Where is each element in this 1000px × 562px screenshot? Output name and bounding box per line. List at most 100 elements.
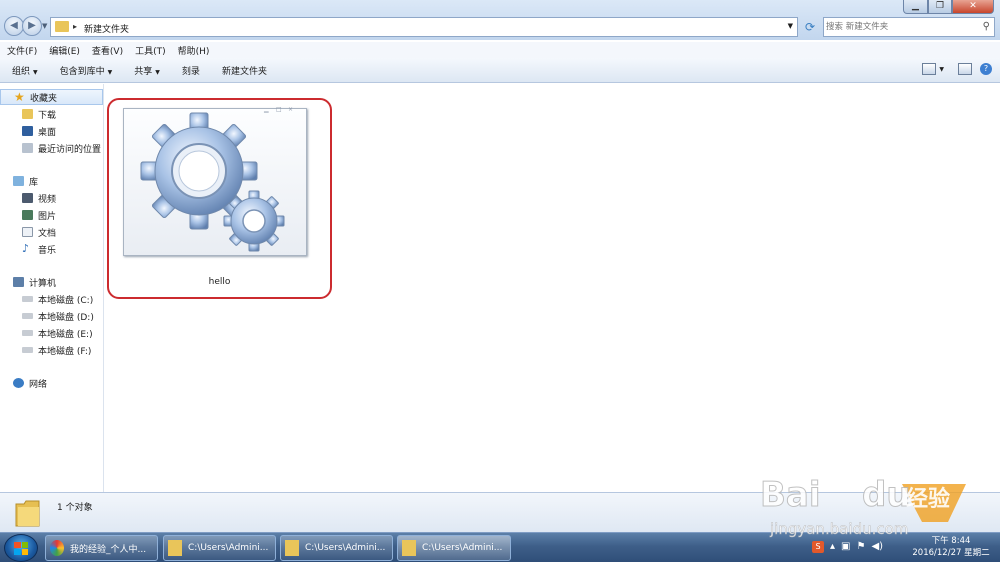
taskbar-item-label: C:\Users\Admini... bbox=[188, 543, 269, 553]
command-bar: 组织 ▼ 包含到库中 ▼ 共享 ▼ 刻录 新建文件夹 bbox=[0, 58, 1000, 83]
system-tray: S ▴ ▣ ⚑ ◀) bbox=[812, 541, 883, 553]
chevron-down-icon: ▼ bbox=[33, 68, 38, 76]
sidebar-item-label: 库 bbox=[29, 177, 39, 188]
address-bar[interactable]: ▸ 新建文件夹 ▼ bbox=[50, 17, 798, 37]
clock[interactable]: 下午 8:44 2016/12/27 星期二 bbox=[904, 535, 998, 559]
details-pane: 1 个对象 bbox=[0, 492, 1000, 532]
sidebar-item-favorites[interactable]: ★ 收藏夹 bbox=[0, 89, 103, 105]
menu-tools[interactable]: 工具(T) bbox=[135, 44, 166, 57]
sidebar-item-recent[interactable]: 最近访问的位置 bbox=[0, 140, 103, 156]
menu-help[interactable]: 帮助(H) bbox=[178, 44, 210, 57]
input-method-icon[interactable]: S bbox=[812, 541, 824, 553]
refresh-icon[interactable]: ⟳ bbox=[801, 18, 819, 36]
recent-pages-dropdown-icon[interactable]: ▼ bbox=[42, 22, 47, 30]
sidebar-item-documents[interactable]: 文档 bbox=[0, 224, 103, 240]
menu-edit[interactable]: 编辑(E) bbox=[49, 44, 80, 57]
taskbar-item-explorer-3[interactable]: C:\Users\Admini... bbox=[397, 535, 511, 561]
menu-view[interactable]: 查看(V) bbox=[92, 44, 123, 57]
sidebar-item-label: 本地磁盘 (F:) bbox=[38, 346, 92, 357]
volume-icon[interactable]: ◀) bbox=[871, 541, 883, 553]
gears-icon bbox=[140, 112, 285, 252]
file-list-area[interactable]: ▁ □ × hello bbox=[105, 84, 1000, 492]
chevron-down-icon: ▼ bbox=[155, 68, 160, 76]
sidebar-item-libraries[interactable]: 库 bbox=[0, 173, 103, 189]
sidebar-item-label: 视频 bbox=[38, 194, 57, 205]
burn-button[interactable]: 刻录 bbox=[182, 64, 200, 77]
flag-tray-icon[interactable]: ⚑ bbox=[856, 541, 865, 553]
minimize-button[interactable]: ▁ bbox=[903, 0, 928, 14]
music-icon: ♪ bbox=[22, 242, 30, 255]
change-view-icon[interactable] bbox=[922, 63, 937, 75]
sidebar-item-label: 下载 bbox=[38, 110, 57, 121]
sidebar-item-disk-d[interactable]: 本地磁盘 (D:) bbox=[0, 308, 103, 324]
taskbar-item-explorer-1[interactable]: C:\Users\Admini... bbox=[163, 535, 276, 561]
forward-arrow-icon: ▶ bbox=[28, 20, 36, 31]
sidebar-item-music[interactable]: ♪ 音乐 bbox=[0, 241, 103, 257]
taskbar-item-label: C:\Users\Admini... bbox=[305, 543, 386, 553]
sidebar-item-videos[interactable]: 视频 bbox=[0, 190, 103, 206]
sidebar-item-label: 文档 bbox=[38, 228, 57, 239]
search-icon[interactable]: ⚲ bbox=[983, 21, 990, 32]
item-count: 1 个对象 bbox=[57, 503, 93, 513]
drive-icon bbox=[22, 347, 33, 353]
library-icon bbox=[13, 176, 24, 186]
sidebar-item-pictures[interactable]: 图片 bbox=[0, 207, 103, 223]
organize-button[interactable]: 组织 ▼ bbox=[12, 64, 38, 77]
menu-file[interactable]: 文件(F) bbox=[7, 44, 37, 57]
download-folder-icon bbox=[22, 109, 33, 119]
sidebar-item-label: 桌面 bbox=[38, 127, 57, 138]
desktop-icon bbox=[22, 126, 33, 136]
clock-time: 下午 8:44 bbox=[931, 536, 971, 546]
thumb-close-icon: × bbox=[288, 106, 294, 113]
sidebar-item-desktop[interactable]: 桌面 bbox=[0, 123, 103, 139]
sidebar-item-label: 本地磁盘 (E:) bbox=[38, 329, 93, 340]
help-icon[interactable]: ? bbox=[980, 63, 992, 75]
sidebar-item-label: 音乐 bbox=[38, 245, 57, 256]
back-arrow-icon: ◀ bbox=[10, 20, 18, 31]
start-button[interactable] bbox=[4, 534, 38, 562]
new-folder-button[interactable]: 新建文件夹 bbox=[222, 64, 267, 77]
file-item-hello[interactable]: ▁ □ × hello bbox=[107, 98, 332, 299]
sidebar-item-disk-c[interactable]: 本地磁盘 (C:) bbox=[0, 291, 103, 307]
sidebar-item-disk-f[interactable]: 本地磁盘 (F:) bbox=[0, 342, 103, 358]
pictures-icon bbox=[22, 210, 33, 220]
drive-icon bbox=[22, 296, 33, 302]
breadcrumb-arrow-icon[interactable]: ▸ bbox=[73, 22, 77, 31]
address-dropdown-icon[interactable]: ▼ bbox=[788, 22, 793, 30]
preview-pane-icon[interactable] bbox=[958, 63, 972, 75]
explorer-window: ◀ ▶ ▼ ▸ 新建文件夹 ▼ ⟳ ⚲ ▁ ❐ ✕ 文件(F) 编辑(E) 查看… bbox=[0, 0, 1000, 532]
back-button[interactable]: ◀ bbox=[4, 16, 24, 36]
sidebar-item-label: 收藏夹 bbox=[30, 93, 58, 104]
share-label: 共享 bbox=[134, 66, 153, 77]
sidebar-item-disk-e[interactable]: 本地磁盘 (E:) bbox=[0, 325, 103, 341]
tray-arrow-icon[interactable]: ▴ bbox=[830, 541, 835, 553]
maximize-button[interactable]: ❐ bbox=[928, 0, 952, 14]
sidebar-item-downloads[interactable]: 下载 bbox=[0, 106, 103, 122]
share-button[interactable]: 共享 ▼ bbox=[134, 64, 160, 77]
view-controls: ▼ ? bbox=[916, 63, 992, 75]
file-thumbnail: ▁ □ × bbox=[123, 106, 307, 256]
sidebar-item-label: 最近访问的位置 bbox=[38, 144, 102, 155]
taskbar-item-explorer-2[interactable]: C:\Users\Admini... bbox=[280, 535, 393, 561]
taskbar: 我的经验_个人中... C:\Users\Admini... C:\Users\… bbox=[0, 532, 1000, 562]
network-icon bbox=[13, 378, 24, 388]
drive-icon bbox=[22, 313, 33, 319]
view-options-dropdown-icon[interactable]: ▼ bbox=[939, 66, 944, 73]
search-input[interactable] bbox=[826, 20, 974, 34]
include-label: 包含到库中 bbox=[59, 66, 105, 77]
folder-icon bbox=[402, 540, 416, 556]
windows-logo-icon bbox=[14, 542, 28, 555]
sidebar-item-network[interactable]: 网络 bbox=[0, 375, 103, 391]
taskbar-item-label: C:\Users\Admini... bbox=[422, 543, 503, 553]
search-box[interactable]: ⚲ bbox=[823, 17, 995, 37]
close-button[interactable]: ✕ bbox=[952, 0, 994, 14]
address-path[interactable]: 新建文件夹 bbox=[84, 22, 129, 35]
forward-button[interactable]: ▶ bbox=[22, 16, 42, 36]
window-controls: ▁ ❐ ✕ bbox=[903, 0, 994, 14]
sidebar-item-label: 网络 bbox=[29, 379, 48, 390]
include-in-library-button[interactable]: 包含到库中 ▼ bbox=[60, 64, 113, 77]
sidebar-item-computer[interactable]: 计算机 bbox=[0, 274, 103, 290]
taskbar-item-browser[interactable]: 我的经验_个人中... bbox=[45, 535, 158, 561]
file-name[interactable]: hello bbox=[109, 277, 330, 287]
network-tray-icon[interactable]: ▣ bbox=[841, 541, 850, 553]
